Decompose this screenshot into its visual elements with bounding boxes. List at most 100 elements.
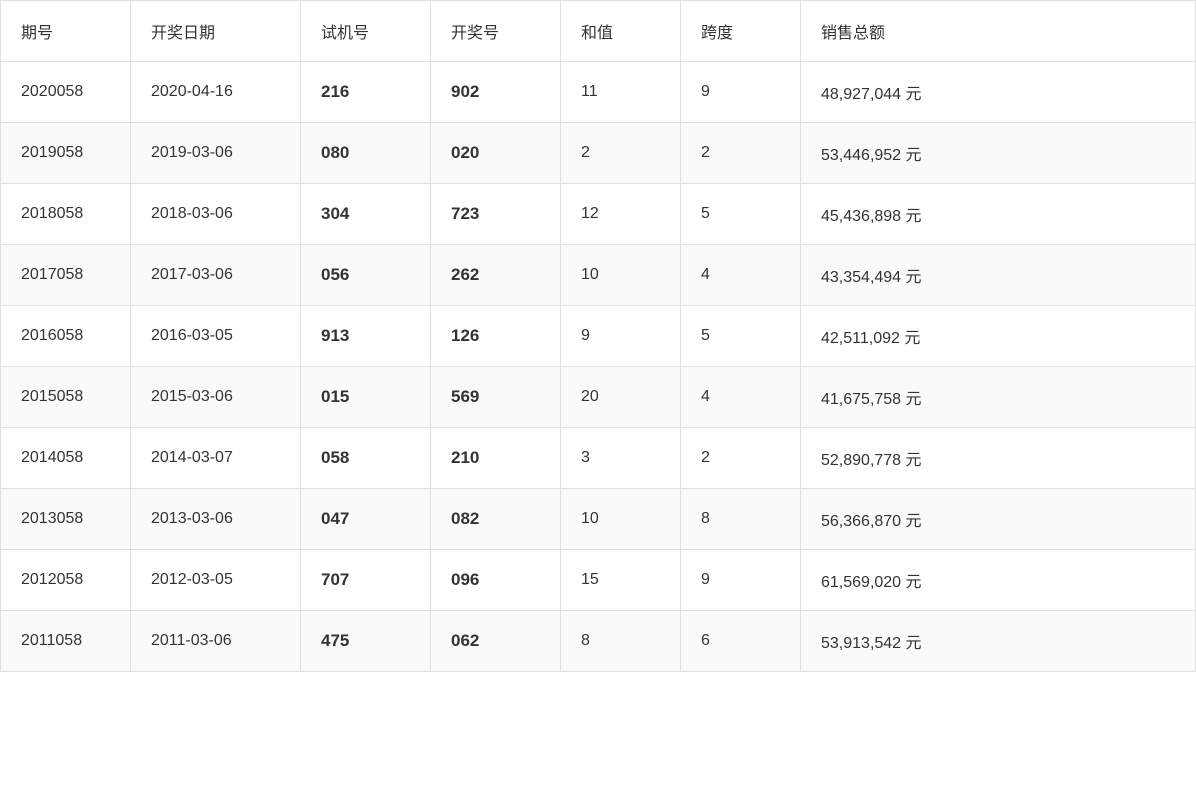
bold-shiji: 216 bbox=[321, 82, 349, 101]
cell-date: 2017-03-06 bbox=[131, 245, 301, 306]
cell-kuadu: 4 bbox=[681, 367, 801, 428]
bold-shiji: 058 bbox=[321, 448, 349, 467]
cell-kaijang: 902 bbox=[431, 62, 561, 123]
cell-date: 2011-03-06 bbox=[131, 611, 301, 672]
table-row: 20200582020-04-1621690211948,927,044 元 bbox=[1, 62, 1196, 123]
cell-xiaoshou: 53,446,952 元 bbox=[801, 123, 1196, 184]
cell-shiji: 056 bbox=[301, 245, 431, 306]
cell-qihao: 2017058 bbox=[1, 245, 131, 306]
cell-xiaoshou: 52,890,778 元 bbox=[801, 428, 1196, 489]
cell-kuadu: 2 bbox=[681, 428, 801, 489]
cell-xiaoshou: 61,569,020 元 bbox=[801, 550, 1196, 611]
bold-kaijang: 082 bbox=[451, 509, 479, 528]
cell-qihao: 2012058 bbox=[1, 550, 131, 611]
cell-shiji: 015 bbox=[301, 367, 431, 428]
bold-kaijang: 723 bbox=[451, 204, 479, 223]
bold-shiji: 047 bbox=[321, 509, 349, 528]
bold-kaijang: 126 bbox=[451, 326, 479, 345]
bold-shiji: 707 bbox=[321, 570, 349, 589]
cell-date: 2012-03-05 bbox=[131, 550, 301, 611]
cell-kuadu: 9 bbox=[681, 62, 801, 123]
header-xiaoshou: 销售总额 bbox=[801, 1, 1196, 62]
cell-hezhi: 10 bbox=[561, 489, 681, 550]
cell-kuadu: 8 bbox=[681, 489, 801, 550]
cell-qihao: 2020058 bbox=[1, 62, 131, 123]
table-row: 20150582015-03-0601556920441,675,758 元 bbox=[1, 367, 1196, 428]
table-header-row: 期号 开奖日期 试机号 开奖号 和值 跨度 销售总额 bbox=[1, 1, 1196, 62]
cell-kaijang: 082 bbox=[431, 489, 561, 550]
cell-kuadu: 9 bbox=[681, 550, 801, 611]
header-kuadu: 跨度 bbox=[681, 1, 801, 62]
table-row: 20130582013-03-06 047 082 10856,366,870 元 bbox=[1, 489, 1196, 550]
cell-xiaoshou: 45,436,898 元 bbox=[801, 184, 1196, 245]
cell-shiji: 080 bbox=[301, 123, 431, 184]
header-qihao: 期号 bbox=[1, 1, 131, 62]
cell-hezhi: 8 bbox=[561, 611, 681, 672]
cell-hezhi: 20 bbox=[561, 367, 681, 428]
header-hezhi: 和值 bbox=[561, 1, 681, 62]
bold-shiji: 056 bbox=[321, 265, 349, 284]
cell-kaijang: 569 bbox=[431, 367, 561, 428]
cell-xiaoshou: 43,354,494 元 bbox=[801, 245, 1196, 306]
cell-kuadu: 5 bbox=[681, 306, 801, 367]
cell-qihao: 2013058 bbox=[1, 489, 131, 550]
bold-shiji: 080 bbox=[321, 143, 349, 162]
cell-hezhi: 12 bbox=[561, 184, 681, 245]
cell-date: 2016-03-05 bbox=[131, 306, 301, 367]
bold-kaijang: 062 bbox=[451, 631, 479, 650]
lottery-table: 期号 开奖日期 试机号 开奖号 和值 跨度 销售总额 20200582020-0… bbox=[0, 0, 1196, 672]
bold-kaijang: 902 bbox=[451, 82, 479, 101]
bold-kaijang: 210 bbox=[451, 448, 479, 467]
cell-xiaoshou: 56,366,870 元 bbox=[801, 489, 1196, 550]
cell-hezhi: 2 bbox=[561, 123, 681, 184]
cell-kaijang: 096 bbox=[431, 550, 561, 611]
cell-kaijang: 723 bbox=[431, 184, 561, 245]
cell-kuadu: 4 bbox=[681, 245, 801, 306]
cell-xiaoshou: 48,927,044 元 bbox=[801, 62, 1196, 123]
table-row: 20120582012-03-05 707 096 15961,569,020 元 bbox=[1, 550, 1196, 611]
cell-kuadu: 5 bbox=[681, 184, 801, 245]
cell-hezhi: 3 bbox=[561, 428, 681, 489]
cell-qihao: 2014058 bbox=[1, 428, 131, 489]
bold-shiji: 015 bbox=[321, 387, 349, 406]
cell-xiaoshou: 41,675,758 元 bbox=[801, 367, 1196, 428]
cell-kaijang: 062 bbox=[431, 611, 561, 672]
cell-qihao: 2018058 bbox=[1, 184, 131, 245]
bold-kaijang: 569 bbox=[451, 387, 479, 406]
table-row: 20170582017-03-06 056 262 10443,354,494 元 bbox=[1, 245, 1196, 306]
cell-shiji: 707 bbox=[301, 550, 431, 611]
cell-shiji: 304 bbox=[301, 184, 431, 245]
cell-shiji: 475 bbox=[301, 611, 431, 672]
cell-kaijang: 020 bbox=[431, 123, 561, 184]
header-date: 开奖日期 bbox=[131, 1, 301, 62]
bold-kaijang: 262 bbox=[451, 265, 479, 284]
cell-shiji: 913 bbox=[301, 306, 431, 367]
cell-hezhi: 11 bbox=[561, 62, 681, 123]
table-row: 20140582014-03-07 058 210 3252,890,778 元 bbox=[1, 428, 1196, 489]
cell-kuadu: 2 bbox=[681, 123, 801, 184]
bold-kaijang: 096 bbox=[451, 570, 479, 589]
cell-shiji: 216 bbox=[301, 62, 431, 123]
cell-date: 2018-03-06 bbox=[131, 184, 301, 245]
header-kaijang: 开奖号 bbox=[431, 1, 561, 62]
bold-kaijang: 020 bbox=[451, 143, 479, 162]
cell-shiji: 047 bbox=[301, 489, 431, 550]
cell-kaijang: 126 bbox=[431, 306, 561, 367]
cell-hezhi: 15 bbox=[561, 550, 681, 611]
cell-hezhi: 10 bbox=[561, 245, 681, 306]
cell-qihao: 2019058 bbox=[1, 123, 131, 184]
cell-shiji: 058 bbox=[301, 428, 431, 489]
cell-kaijang: 210 bbox=[431, 428, 561, 489]
cell-hezhi: 9 bbox=[561, 306, 681, 367]
cell-date: 2019-03-06 bbox=[131, 123, 301, 184]
cell-kaijang: 262 bbox=[431, 245, 561, 306]
cell-qihao: 2016058 bbox=[1, 306, 131, 367]
cell-kuadu: 6 bbox=[681, 611, 801, 672]
cell-qihao: 2011058 bbox=[1, 611, 131, 672]
bold-shiji: 913 bbox=[321, 326, 349, 345]
table-row: 20160582016-03-059131269542,511,092 元 bbox=[1, 306, 1196, 367]
cell-date: 2015-03-06 bbox=[131, 367, 301, 428]
cell-date: 2014-03-07 bbox=[131, 428, 301, 489]
cell-date: 2013-03-06 bbox=[131, 489, 301, 550]
table-row: 20180582018-03-06304 723 12545,436,898 元 bbox=[1, 184, 1196, 245]
